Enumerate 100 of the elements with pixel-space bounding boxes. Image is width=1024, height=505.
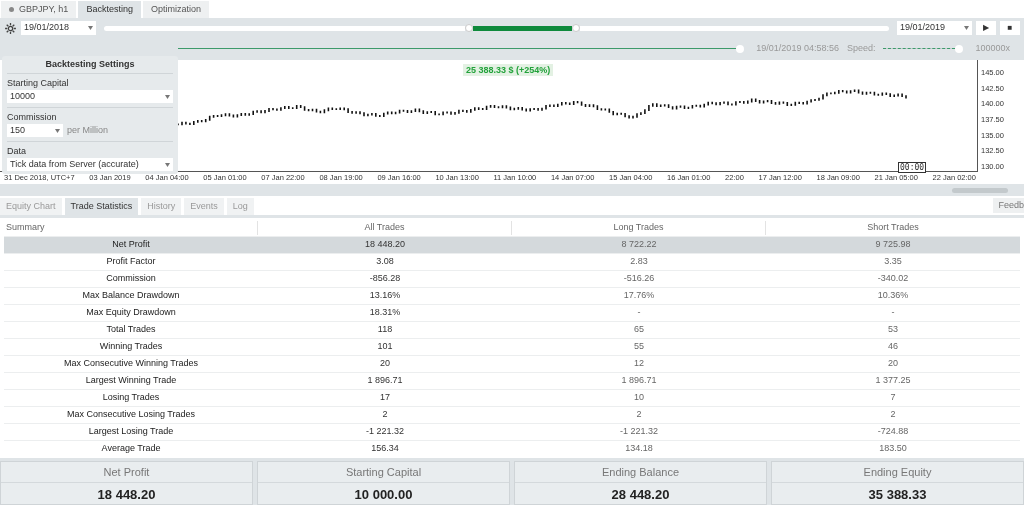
playback-time: 19/01/2019 04:58:56 [756,42,839,56]
caret-icon [165,94,170,99]
table-cell-text: 12 [633,357,645,371]
table-cell-text: 17.76% [622,289,656,303]
card-label: Ending Balance [515,464,766,483]
table-cell-text: 55 [633,340,645,354]
caret-icon [165,162,170,167]
table-row[interactable]: Largest Losing Trade -1 221.32 -1 221.32 -724.88 [4,423,1020,440]
play-button[interactable]: ▶ [976,21,996,35]
table-cell-text: Winning Trades [98,340,164,354]
table-cell-text: -340.02 [876,272,910,286]
table-row[interactable]: Max Consecutive Losing Trades 2 2 2 [4,406,1020,423]
starting-capital-field[interactable]: 10000 [7,90,173,103]
card-value: 35 388.33 [868,485,927,504]
table-cell-text: Largest Winning Trade [84,374,178,388]
panel-title: Backtesting Settings [7,56,173,74]
slider-thumb[interactable] [955,45,964,53]
table-cell-text: Average Trade [100,442,162,456]
start-date-field[interactable]: 19/01/2018 [21,21,96,35]
table-row[interactable]: Largest Winning Trade 1 896.71 1 896.71 1 377.25 [4,372,1020,389]
field-label: Starting Capital [7,78,70,89]
scrollbar-thumb[interactable] [952,187,1008,193]
table-cell-text: -516.26 [622,272,656,286]
table-cell-text: -724.88 [876,425,910,439]
table-cell-text: 18 448.20 [363,238,406,252]
table-cell-text: -1 221.32 [365,425,405,439]
stop-button[interactable]: ■ [1000,21,1020,35]
table-cell-text: 3.08 [375,255,395,269]
card-label: Starting Capital [258,464,509,483]
speed-slider[interactable] [883,45,964,53]
table-row[interactable]: Commission -856.28 -516.26 -340.02 [4,270,1020,287]
caret-icon [55,128,60,133]
column-header: Long Trades [512,221,766,235]
table-cell-text: 1 896.71 [620,374,658,388]
table-row[interactable]: Winning Trades 101 55 46 [4,338,1020,355]
tab[interactable]: GBPJPY, h1 [1,1,77,18]
table-cell-text: - [890,306,896,320]
table-cell-text: 53 [887,323,899,337]
table-row[interactable]: Profit Factor 3.08 2.83 3.35 [4,253,1020,270]
table-row[interactable]: Total Trades 118 65 53 [4,321,1020,338]
table-cell-text: 183.50 [878,442,908,456]
table-row[interactable]: Max Balance Drawdown 13.16% 17.76% 10.36% [4,287,1020,304]
card-value: 18 448.20 [97,485,156,504]
caret-icon [88,26,93,30]
feedback-button[interactable]: Feedb [993,198,1024,213]
table-cell-text: 9 725.98 [874,238,912,252]
table-cell-text: Net Profit [111,238,151,252]
card-label: Net Profit [1,464,252,483]
table-cell-text: 8 722.22 [620,238,658,252]
table-row[interactable]: Losing Trades 17 10 7 [4,389,1020,406]
table-cell-text: -856.28 [368,272,402,286]
table-cell-text: Max Consecutive Winning Trades [62,357,200,371]
tab[interactable]: Backtesting [78,1,141,18]
table-cell-text: 13.16% [368,289,402,303]
table-cell-text: 20 [887,357,899,371]
unit-label: per Million [67,125,108,136]
table-cell-text: Profit Factor [105,255,157,269]
table-cell-text: 2 [889,408,897,422]
table-row[interactable]: Max Equity Drawdown 18.31% - - [4,304,1020,321]
table-cell-text: 2 [635,408,643,422]
table-cell-text: Total Trades [105,323,157,337]
table-cell-text: 118 [376,323,394,337]
table-cell-text: 10 [633,391,645,405]
table-cell-text: 2.83 [629,255,649,269]
caret-icon [964,26,969,30]
slider-thumb[interactable] [736,45,745,53]
card-value: 10 000.00 [354,485,413,504]
column-header: Summary [4,221,258,235]
table-cell-text: Largest Losing Trade [87,425,175,439]
table-row[interactable]: Average Trade 156.34 134.18 183.50 [4,440,1020,457]
table-cell-text: 1 377.25 [874,374,912,388]
table-cell-text: 20 [379,357,391,371]
settings-icon[interactable] [4,21,17,35]
data-source-field[interactable]: Tick data from Server (accurate) [7,158,173,171]
cursor-time-label: 00:00 [898,162,927,173]
table-cell-text: Max Consecutive Losing Trades [65,408,197,422]
range-end-handle[interactable] [571,24,580,32]
playback-slider[interactable] [178,45,745,53]
end-date-field[interactable]: 19/01/2019 [897,21,972,35]
card-label: Ending Equity [772,464,1023,483]
column-header: Short Trades [866,221,920,235]
commission-field[interactable]: 150 [7,124,63,137]
table-cell-text: 156.34 [370,442,400,456]
table-cell-text: -1 221.32 [619,425,659,439]
tab[interactable]: Trade Statistics [64,198,139,215]
field-label: Commission [7,112,58,123]
table-cell-text: 101 [376,340,394,354]
column-header: All Trades [258,221,512,235]
speed-label: Speed: [846,42,876,56]
table-cell-text: 7 [889,391,897,405]
equity-badge: 25 388.33 $ (+254%) [463,64,554,76]
card-value: 28 448.20 [611,485,670,504]
table-row[interactable]: Net Profit 18 448.20 8 722.22 9 725.98 [4,236,1020,253]
table-cell-text: 2 [381,408,389,422]
table-cell-text: 1 896.71 [366,374,404,388]
field-label: Data [7,146,27,157]
table-cell-text: 134.18 [624,442,654,456]
tab[interactable]: Optimization [142,1,209,18]
table-row[interactable]: Max Consecutive Winning Trades 20 12 20 [4,355,1020,372]
table-cell-text: Losing Trades [101,391,161,405]
